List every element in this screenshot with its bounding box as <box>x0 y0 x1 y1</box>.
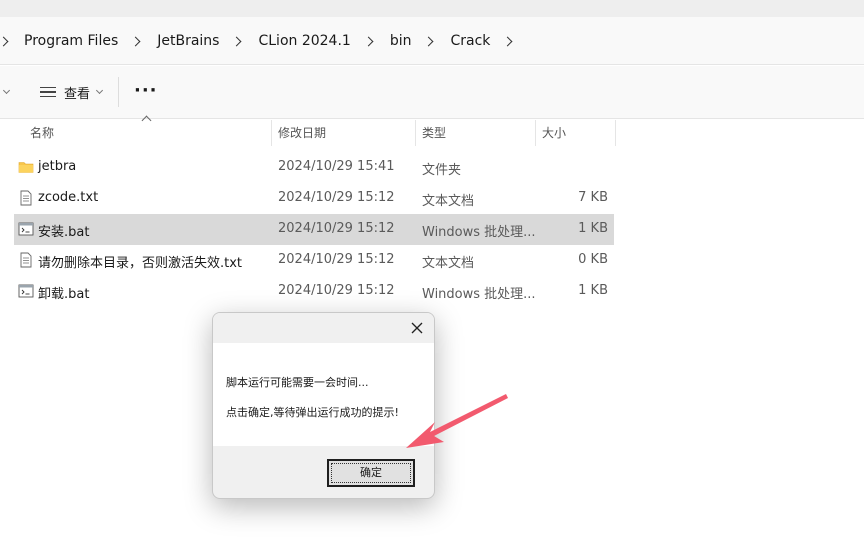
column-header: 名称 修改日期 类型 大小 <box>0 115 864 146</box>
column-type[interactable]: 类型 <box>415 120 535 146</box>
breadcrumb-jetbrains[interactable]: JetBrains <box>157 33 219 49</box>
file-name: 安装.bat <box>38 225 90 240</box>
file-name: jetbra <box>38 159 77 174</box>
file-date: 2024/10/29 15:12 <box>278 190 395 205</box>
chevron-right-icon[interactable] <box>363 36 374 46</box>
file-size: 1 KB <box>578 221 608 236</box>
column-date[interactable]: 修改日期 <box>271 120 415 146</box>
chevron-right-icon[interactable] <box>232 36 242 46</box>
file-type: 文本文档 <box>422 256 475 271</box>
command-toolbar: 查看 ··· <box>0 66 864 119</box>
file-name: 卸载.bat <box>38 287 90 302</box>
file-row[interactable]: 请勿删除本目录，否则激活失效.txt 2024/10/29 15:12 文本文档… <box>14 245 614 276</box>
file-date: 2024/10/29 15:41 <box>278 159 395 174</box>
file-size: 7 KB <box>578 190 608 205</box>
column-name[interactable]: 名称 <box>23 120 271 146</box>
file-size: 0 KB <box>578 252 608 267</box>
text-file-icon <box>20 190 32 206</box>
file-list: jetbra 2024/10/29 15:41 文件夹 zcode.txt 20… <box>14 152 614 307</box>
chevron-down-icon <box>95 86 104 95</box>
close-icon[interactable] <box>408 319 426 337</box>
view-button[interactable]: 查看 <box>40 80 104 104</box>
file-row[interactable]: zcode.txt 2024/10/29 15:12 文本文档 7 KB <box>14 183 614 214</box>
ok-button[interactable]: 确定 <box>327 459 415 487</box>
list-view-icon <box>40 87 56 97</box>
view-label: 查看 <box>64 86 91 102</box>
toolbar-divider <box>118 77 119 107</box>
file-row-selected[interactable]: 安装.bat 2024/10/29 15:12 Windows 批处理... 1… <box>14 214 614 245</box>
file-row[interactable]: jetbra 2024/10/29 15:41 文件夹 <box>14 152 614 183</box>
chevron-right-icon[interactable] <box>502 36 513 46</box>
address-bar[interactable]: Program Files JetBrains CLion 2024.1 bin… <box>0 17 864 65</box>
chevron-right-icon[interactable] <box>424 36 434 46</box>
chevron-down-icon[interactable] <box>2 86 11 95</box>
file-date: 2024/10/29 15:12 <box>278 283 395 298</box>
dialog-message-line2: 点击确定,等待弹出运行成功的提示! <box>226 406 399 419</box>
chevron-right-icon[interactable] <box>130 36 141 46</box>
column-divider[interactable] <box>615 120 616 146</box>
file-type: Windows 批处理... <box>422 287 536 302</box>
window-top-strip <box>0 0 864 17</box>
breadcrumb-bin[interactable]: bin <box>390 33 412 49</box>
breadcrumb-clion[interactable]: CLion 2024.1 <box>258 33 350 49</box>
file-name: 请勿删除本目录，否则激活失效.txt <box>38 256 243 271</box>
text-file-icon <box>20 252 32 268</box>
file-date: 2024/10/29 15:12 <box>278 221 395 236</box>
batch-file-icon <box>18 284 34 298</box>
breadcrumb-crack[interactable]: Crack <box>450 33 490 49</box>
more-options-button[interactable]: ··· <box>134 82 158 100</box>
file-type: 文本文档 <box>422 194 475 209</box>
file-name: zcode.txt <box>38 190 99 205</box>
dialog-message-line1: 脚本运行可能需要一会时间... <box>226 376 369 389</box>
file-size: 1 KB <box>578 283 608 298</box>
breadcrumb: Program Files JetBrains CLion 2024.1 bin… <box>0 17 529 65</box>
file-row[interactable]: 卸载.bat 2024/10/29 15:12 Windows 批处理... 1… <box>14 276 614 307</box>
folder-icon <box>18 162 34 173</box>
file-type: Windows 批处理... <box>422 225 536 240</box>
breadcrumb-program-files[interactable]: Program Files <box>24 33 118 49</box>
file-date: 2024/10/29 15:12 <box>278 252 395 267</box>
chevron-right-icon[interactable] <box>0 36 9 46</box>
column-size[interactable]: 大小 <box>535 120 615 146</box>
file-type: 文件夹 <box>422 163 462 178</box>
batch-file-icon <box>18 222 34 236</box>
annotation-arrow-icon <box>406 394 508 448</box>
dialog-titlebar[interactable] <box>213 313 434 343</box>
